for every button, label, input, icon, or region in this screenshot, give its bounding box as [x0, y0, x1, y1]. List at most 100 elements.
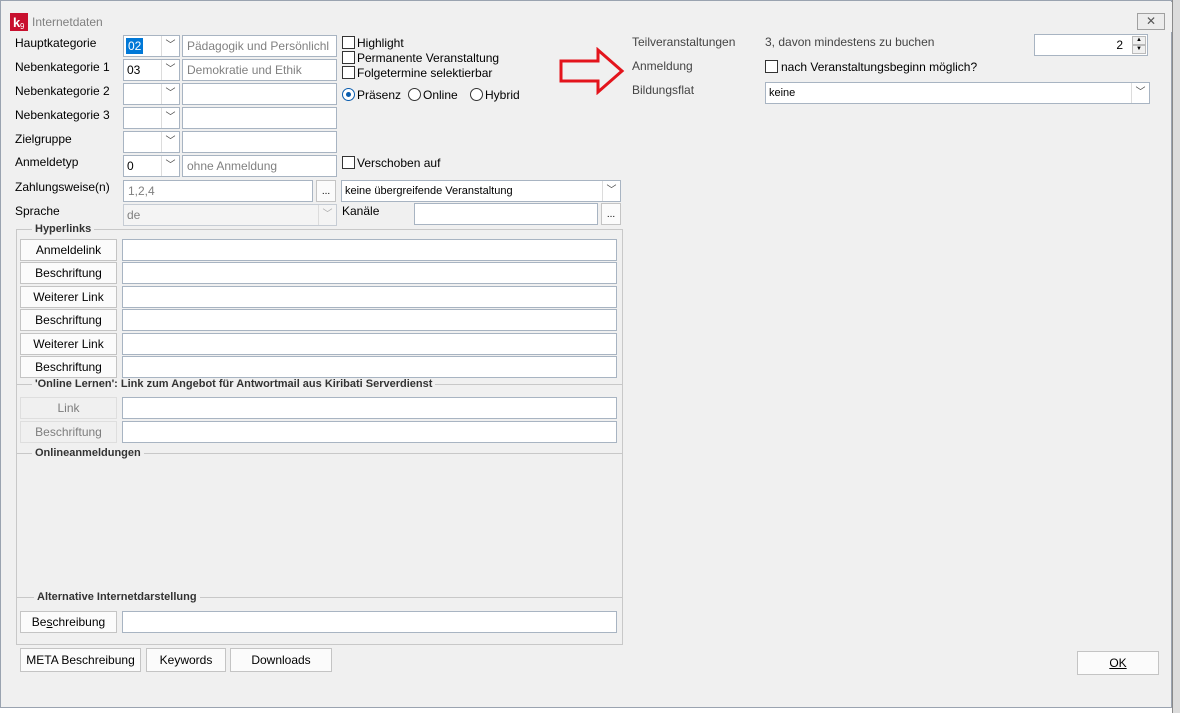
hauptkategorie-code-select[interactable]: 02 ﹀	[123, 35, 180, 57]
nebenkategorie3-code-select[interactable]: ﹀	[123, 107, 180, 129]
chevron-down-icon: ﹀	[161, 36, 179, 56]
spin-up-icon[interactable]: ▲	[1132, 36, 1146, 45]
permanente-label: Permanente Veranstaltung	[357, 51, 500, 65]
onlineanmeldungen-title: Onlineanmeldungen	[32, 447, 144, 459]
nebenkategorie2-code-select[interactable]: ﹀	[123, 83, 180, 105]
online-lernen-link-input[interactable]	[122, 397, 617, 419]
beschreibung-label-pre: Be	[31, 615, 47, 629]
hauptkategorie-label: Hauptkategorie	[15, 36, 97, 50]
kanaele-label: Kanäle	[342, 204, 380, 218]
downloads-button[interactable]: Downloads	[230, 648, 332, 672]
beschreibung-input[interactable]	[122, 611, 617, 633]
chevron-down-icon: ﹀	[161, 132, 179, 152]
permanente-checkbox[interactable]	[342, 51, 355, 64]
folgetermine-checkbox[interactable]	[342, 66, 355, 79]
bildungsflat-label: Bildungsflat	[632, 83, 695, 97]
weiterer-link-button-2[interactable]: Weiterer Link	[20, 333, 117, 355]
anmeldetyp-code-select[interactable]: 0 ﹀	[123, 155, 180, 177]
weiterer-link-input-2[interactable]	[122, 333, 617, 355]
anmeldung-checkbox[interactable]	[765, 60, 778, 73]
uebergreifend-select[interactable]: keine übergreifende Veranstaltung ﹀	[341, 180, 621, 202]
ok-button[interactable]: OK	[1077, 651, 1159, 675]
chevron-down-icon: ﹀	[161, 84, 179, 104]
nebenkategorie1-text: Demokratie und Ethik	[182, 59, 337, 81]
bildungsflat-select[interactable]: keine ﹀	[765, 82, 1150, 104]
online-lernen-link-button[interactable]: Link	[20, 397, 117, 419]
folgetermine-label: Folgetermine selektierbar	[357, 66, 493, 80]
nebenkategorie2-text	[182, 83, 337, 105]
online-lernen-beschriftung-input[interactable]	[122, 421, 617, 443]
anmeldetyp-label: Anmeldetyp	[15, 155, 79, 169]
zahlungsweise-input[interactable]: 1,2,4	[123, 180, 313, 202]
dialog-window: k 9 Internetdaten ✕ Hauptkategorie 02 ﹀ …	[0, 0, 1172, 708]
hybrid-radio[interactable]	[470, 88, 483, 101]
zielgruppe-label: Zielgruppe	[15, 132, 72, 146]
chevron-down-icon: ﹀	[602, 181, 620, 201]
uebergreifend-value: keine übergreifende Veranstaltung	[345, 185, 513, 197]
anmeldung-label: Anmeldung	[632, 59, 693, 73]
zielgruppe-text	[182, 131, 337, 153]
hyperlinks-title: Hyperlinks	[32, 223, 95, 235]
svg-text:9: 9	[20, 22, 25, 31]
beschreibung-button[interactable]: Beschreibung	[20, 611, 117, 633]
beschriftung-button-3[interactable]: Beschriftung	[20, 356, 117, 378]
chevron-down-icon: ﹀	[161, 60, 179, 80]
highlight-label: Highlight	[357, 36, 404, 50]
kanaele-input[interactable]	[414, 203, 598, 225]
teilveranstaltungen-spinner[interactable]: 2 ▲ ▼	[1034, 34, 1148, 56]
weiterer-link-input-1[interactable]	[122, 286, 617, 308]
nebenkategorie1-code-select[interactable]: 03 ﹀	[123, 59, 180, 81]
ok-label: OK	[1109, 656, 1127, 670]
zahlungsweise-dots-button[interactable]: ...	[316, 180, 336, 202]
beschriftung-input-3[interactable]	[122, 356, 617, 378]
app-logo-icon: k 9	[10, 13, 28, 31]
beschreibung-label-post: chreibung	[52, 615, 106, 629]
praesenz-radio[interactable]	[342, 88, 355, 101]
window-title: Internetdaten	[32, 15, 103, 29]
background-window-edge	[1172, 0, 1180, 713]
alternative-title: Alternative Internetdarstellung	[34, 591, 200, 603]
anmeldetyp-code-value: 0	[127, 159, 134, 173]
sprache-select[interactable]: de ﹀	[123, 204, 337, 226]
bildungsflat-value: keine	[769, 87, 796, 99]
weiterer-link-button-1[interactable]: Weiterer Link	[20, 286, 117, 308]
nebenkategorie3-label: Nebenkategorie 3	[15, 108, 110, 122]
beschriftung-input-1[interactable]	[122, 262, 617, 284]
teilveranstaltungen-text: 3, davon mindestens zu buchen	[765, 35, 935, 49]
hauptkategorie-code-value: 02	[126, 38, 144, 54]
kanaele-dots-button[interactable]: ...	[601, 203, 621, 225]
title-bar: k 9 Internetdaten ✕	[2, 2, 1172, 32]
hybrid-label: Hybrid	[485, 88, 520, 102]
anmeldelink-button[interactable]: Anmeldelink	[20, 239, 117, 261]
chevron-down-icon: ﹀	[1131, 83, 1149, 103]
close-button[interactable]: ✕	[1137, 13, 1165, 30]
nebenkategorie1-code-value: 03	[127, 63, 141, 77]
beschriftung-input-2[interactable]	[122, 309, 617, 331]
teilveranstaltungen-value: 2	[1116, 38, 1123, 52]
sprache-label: Sprache	[15, 204, 60, 218]
zielgruppe-code-select[interactable]: ﹀	[123, 131, 180, 153]
teilveranstaltungen-label: Teilveranstaltungen	[632, 35, 736, 49]
hauptkategorie-text: Pädagogik und Persönlichl	[182, 35, 337, 57]
zahlungsweise-label: Zahlungsweise(n)	[15, 180, 110, 194]
verschoben-checkbox[interactable]	[342, 156, 355, 169]
nebenkategorie2-label: Nebenkategorie 2	[15, 84, 110, 98]
highlight-checkbox[interactable]	[342, 36, 355, 49]
online-lernen-beschriftung-button[interactable]: Beschriftung	[20, 421, 117, 443]
nebenkategorie3-text	[182, 107, 337, 129]
anmeldung-checkbox-label: nach Veranstaltungsbeginn möglich?	[781, 60, 978, 74]
praesenz-label: Präsenz	[357, 88, 402, 102]
anmeldetyp-text: ohne Anmeldung	[182, 155, 337, 177]
nebenkategorie1-label: Nebenkategorie 1	[15, 60, 110, 74]
spin-down-icon[interactable]: ▼	[1132, 45, 1146, 54]
online-lernen-title: 'Online Lernen': Link zum Angebot für An…	[32, 378, 436, 390]
meta-beschreibung-button[interactable]: META Beschreibung	[20, 648, 141, 672]
online-radio[interactable]	[408, 88, 421, 101]
beschriftung-button-1[interactable]: Beschriftung	[20, 262, 117, 284]
chevron-down-icon: ﹀	[161, 156, 179, 176]
anmeldelink-input[interactable]	[122, 239, 617, 261]
keywords-button[interactable]: Keywords	[146, 648, 226, 672]
chevron-down-icon: ﹀	[161, 108, 179, 128]
beschriftung-button-2[interactable]: Beschriftung	[20, 309, 117, 331]
verschoben-label: Verschoben auf	[357, 156, 441, 170]
